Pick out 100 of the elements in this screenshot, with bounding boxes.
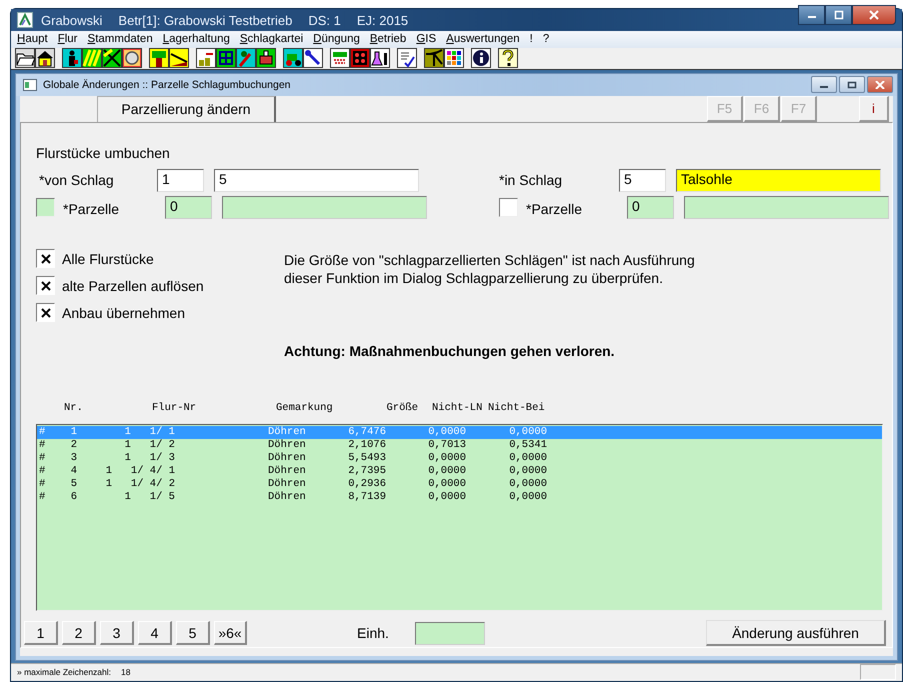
info-text: Die Größe von "schlagparzellierten Schlägen" ist nach Ausführung dieser Funktion im Dialog Schlagparzellierung zu überprüfen. [284,250,696,287]
row-marker: # [39,452,46,465]
menu-item[interactable]: Flur [58,33,78,46]
figure-icon[interactable] [62,48,82,68]
input-field[interactable]: 1 [157,168,204,192]
checkbox[interactable] [36,276,55,296]
execute-button[interactable]: Änderung ausführen [706,620,886,646]
page-button[interactable]: 2 [62,621,96,646]
table-cell-text: Döhren [268,478,307,491]
input-field[interactable] [415,622,485,645]
page-button[interactable]: 3 [100,621,134,646]
table-cell-text: 0,0000 [508,478,547,491]
input-field[interactable]: 0 [627,196,674,219]
grid-icon[interactable] [216,48,236,68]
menu-item[interactable]: Schlagkartei [240,33,304,46]
bars-icon[interactable] [196,48,216,68]
checklist-icon[interactable] [397,48,417,68]
column-header: Flur-Nr [152,402,198,416]
table-cell-text: Döhren [268,426,307,439]
menu-item[interactable]: Lagerhaltung [162,33,230,46]
check-mark-icon [40,308,50,318]
table-cell-text: 5 [70,478,77,491]
table-cell-text: 0,0000 [508,464,547,478]
table-cell-text: 1 1/ 1 [124,426,175,439]
circle-icon[interactable] [122,48,142,68]
checkbox[interactable] [36,249,55,268]
page-button[interactable]: 1 [24,621,58,646]
app-logo-icon [17,12,33,28]
menu-item[interactable]: Düngung [313,33,360,46]
minimize-button[interactable] [798,5,825,25]
list-row[interactable]: # 3 1 1/ 3 Döhren 5,5493 0,0000 0,0000 [37,452,882,465]
table-cell-text: 0,0000 [508,426,547,439]
menu-item[interactable]: Auswertungen [446,33,520,46]
table-cell-text: 0,0000 [508,452,547,465]
menu-item[interactable]: ? [542,33,550,46]
list-row[interactable]: # 2 1 1/ 2 Döhren 2,1076 0,7013 0,5341 [37,438,882,452]
check-mark-icon [40,280,50,291]
table-cell-text: 0,2936 [347,478,386,491]
checkbox[interactable] [499,198,518,217]
warning-text: Achtung: Maßnahmenbuchungen gehen verloren. [284,342,616,359]
window-title: Betr[1]: Grabowski Testbetrieb [118,12,292,28]
column-header: Nicht-Bei [488,402,545,416]
column-header: Nicht-LN [432,402,484,416]
function-key-button[interactable]: i [859,96,889,122]
tree-icon[interactable] [149,48,169,68]
list-row[interactable]: # 6 1 1/ 5 Döhren 8,7139 0,0000 0,0000 [37,490,882,504]
list-row[interactable]: # 5 1 1/ 4/ 2 Döhren 0,2936 0,0000 0,0000 [37,478,882,491]
minimize-button[interactable] [811,76,837,94]
table-cell-text: 4 [70,464,77,478]
house-icon[interactable] [35,48,55,68]
palette-icon[interactable] [444,48,464,68]
page-button[interactable]: 4 [138,621,172,646]
page-button[interactable]: »6« [214,621,247,646]
table-cell-text: Döhren [268,452,307,465]
field-label: *in Schlag [499,172,564,188]
folder-icon[interactable] [15,48,35,68]
table-cell-text: 0,0000 [508,490,547,504]
wrench-icon[interactable] [303,48,323,68]
maximize-icon [834,10,844,20]
window-title: Globale Änderungen :: Parzelle Schlagumbuchungen [43,78,291,91]
input-field[interactable]: 5 [214,168,419,192]
crossed-lines-icon[interactable] [102,48,122,68]
menu-item[interactable]: Betrieb [370,33,406,46]
tractor-icon[interactable] [283,48,303,68]
tab[interactable]: Parzellierung ändern [97,96,276,122]
menu-item[interactable]: Stammdaten [88,33,153,46]
menu-item[interactable]: ! [530,33,533,46]
input-field[interactable]: Talsohle [676,168,881,192]
table-cell-text: 1 [70,426,77,439]
table-cell-text: Döhren [268,464,307,478]
check-mark-icon [40,254,50,264]
menu-item[interactable]: Haupt [17,33,48,46]
maximize-button[interactable] [839,76,865,94]
flask-icon[interactable] [370,48,390,68]
window-title: DS: 1 [308,12,341,28]
field-label: Einh. [357,625,390,642]
menu-item[interactable]: GIS [416,33,436,46]
checkbox-label: alte Parzellen auflösen [62,278,204,294]
dots-icon[interactable] [350,48,370,68]
input-field[interactable]: 5 [619,168,666,192]
diagonal-icon[interactable] [169,48,189,68]
list-row[interactable]: # 4 1 1/ 4/ 1 Döhren 2,7395 0,0000 0,0000 [37,464,882,478]
window-title: Grabowski [41,12,102,28]
close-button[interactable] [852,5,896,25]
info-icon[interactable] [471,48,491,68]
table-cell-text: 2,1076 [347,438,386,452]
stripes-icon[interactable] [82,48,102,68]
question-icon[interactable] [498,48,518,68]
input-field[interactable] [684,196,889,219]
branch-icon[interactable] [424,48,444,68]
row-marker: # [39,438,46,452]
table-cell-text: 1 1/ 4/ 2 [104,478,175,491]
maximize-icon [847,80,857,89]
page-button[interactable]: 5 [176,621,210,646]
maximize-button[interactable] [825,5,852,25]
checkbox[interactable] [36,303,55,322]
table-cell-text: 0,0000 [427,490,466,504]
close-icon [869,10,879,20]
row-marker: # [39,426,46,439]
table-cell-text: 3 [70,452,77,465]
